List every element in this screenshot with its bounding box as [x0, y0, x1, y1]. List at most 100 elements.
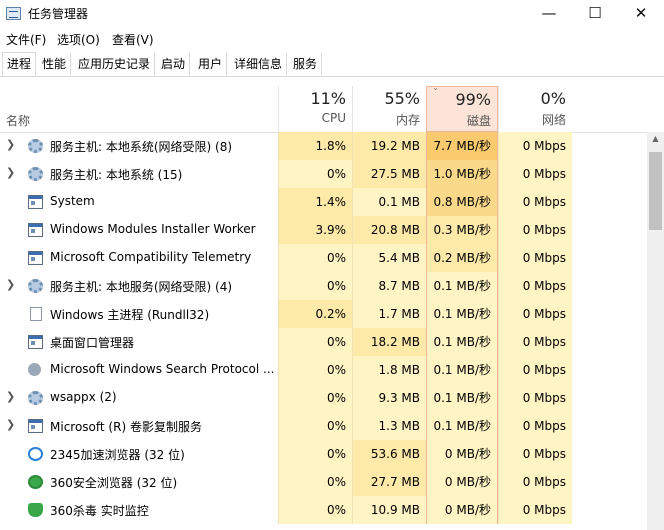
- vertical-scrollbar[interactable]: ▲: [647, 132, 664, 530]
- window-icon: [28, 223, 43, 237]
- process-row[interactable]: Windows Modules Installer Worker 3.9% 20.8…: [0, 216, 647, 244]
- network-cell: 0 Mbps: [498, 328, 572, 356]
- cpu-cell: 0%: [278, 356, 352, 384]
- tab-users[interactable]: 用户: [194, 53, 228, 75]
- menu-file[interactable]: 文件(F): [6, 31, 46, 48]
- process-row[interactable]: System 1.4% 0.1 MB 0.8 MB/秒 0 Mbps: [0, 188, 647, 216]
- cpu-cell: 0%: [278, 328, 352, 356]
- ie-icon: [28, 447, 43, 461]
- process-row[interactable]: Microsoft Compatibility Telemetry 0% 5.4 M…: [0, 244, 647, 272]
- process-row[interactable]: ❯ wsappx (2) 0% 9.3 MB 0.1 MB/秒 0 Mbps: [0, 384, 647, 412]
- memory-cell: 1.8 MB: [352, 356, 426, 384]
- memory-cell: 8.7 MB: [352, 272, 426, 300]
- memory-cell: 10.9 MB: [352, 496, 426, 524]
- network-cell: 0 Mbps: [498, 244, 572, 272]
- process-row[interactable]: ❯ Microsoft (R) 卷影复制服务 0% 1.3 MB 0.1 MB/秒 0 M…: [0, 412, 647, 440]
- memory-cell: 9.3 MB: [352, 384, 426, 412]
- disk-cell: 0.1 MB/秒: [426, 300, 498, 328]
- column-cpu[interactable]: 11% CPU: [278, 86, 352, 132]
- tab-startup[interactable]: 启动: [157, 53, 191, 75]
- network-cell: 0 Mbps: [498, 160, 572, 188]
- process-name: 服务主机: 本地服务(网络受限) (4): [50, 280, 233, 294]
- process-row[interactable]: 桌面窗口管理器 0% 18.2 MB 0.1 MB/秒 0 Mbps: [0, 328, 647, 356]
- process-row[interactable]: ❯ 服务主机: 本地服务(网络受限) (4) 0% 8.7 MB 0.1 MB/秒 0 M…: [0, 272, 647, 300]
- expand-chevron-icon[interactable]: ❯: [6, 166, 15, 179]
- column-memory[interactable]: 55% 内存: [352, 86, 426, 132]
- tab-bar: 进程 性能 应用历史记录 启动 用户 详细信息 服务: [0, 50, 664, 77]
- menu-options[interactable]: 选项(O): [57, 31, 100, 48]
- disk-cell: 0.8 MB/秒: [426, 188, 498, 216]
- window-icon: [28, 251, 43, 265]
- memory-label: 内存: [395, 113, 420, 127]
- cpu-cell: 0%: [278, 496, 352, 524]
- cpu-cell: 1.8%: [278, 132, 352, 160]
- process-name: Microsoft Compatibility Telemetry: [50, 250, 252, 264]
- menu-view[interactable]: 查看(V): [112, 31, 154, 48]
- network-cell: 0 Mbps: [498, 188, 572, 216]
- gear-icon: [28, 391, 43, 405]
- process-name: Windows Modules Installer Worker: [50, 222, 256, 236]
- cpu-cell: 0%: [278, 160, 352, 188]
- memory-cell: 0.1 MB: [352, 188, 426, 216]
- minimize-button[interactable]: —: [526, 0, 572, 28]
- cpu-cell: 1.4%: [278, 188, 352, 216]
- network-label: 网络: [541, 113, 566, 127]
- disk-cell: 0.2 MB/秒: [426, 244, 498, 272]
- process-row[interactable]: ❯ 服务主机: 本地系统(网络受限) (8) 1.8% 19.2 MB 7.7 MB/秒…: [0, 132, 647, 160]
- cpu-cell: 0.2%: [278, 300, 352, 328]
- gear-icon: [28, 139, 43, 153]
- disk-cell: 0.1 MB/秒: [426, 384, 498, 412]
- disk-cell: 0 MB/秒: [426, 468, 498, 496]
- cpu-cell: 0%: [278, 412, 352, 440]
- disk-label: 磁盘: [466, 114, 491, 128]
- memory-cell: 5.4 MB: [352, 244, 426, 272]
- process-name: 服务主机: 本地系统 (15): [50, 168, 183, 182]
- disk-cell: 0.1 MB/秒: [426, 412, 498, 440]
- process-row[interactable]: 360杀毒 实时监控 0% 10.9 MB 0 MB/秒 0 Mbps: [0, 496, 647, 524]
- expand-chevron-icon[interactable]: ❯: [6, 138, 15, 151]
- window-title: 任务管理器: [28, 7, 89, 21]
- memory-cell: 27.7 MB: [352, 468, 426, 496]
- process-name: Microsoft (R) 卷影复制服务: [50, 420, 202, 434]
- process-row[interactable]: 360安全浏览器 (32 位) 0% 27.7 MB 0 MB/秒 0 Mbps: [0, 468, 647, 496]
- tab-performance[interactable]: 性能: [38, 53, 72, 75]
- cpu-cell: 0%: [278, 440, 352, 468]
- column-network[interactable]: 0% 网络: [498, 86, 572, 132]
- process-name: 360安全浏览器 (32 位): [50, 476, 178, 490]
- expand-chevron-icon[interactable]: ❯: [6, 390, 15, 403]
- window-icon: [28, 335, 43, 349]
- column-name[interactable]: 名称: [6, 112, 30, 129]
- sort-descending-icon: ˇ: [433, 88, 438, 99]
- task-manager-icon: [6, 7, 21, 20]
- expand-chevron-icon[interactable]: ❯: [6, 278, 15, 291]
- green-e-icon: [28, 475, 43, 489]
- process-row[interactable]: Microsoft Windows Search Protocol ... 0% 1…: [0, 356, 647, 384]
- close-button[interactable]: ✕: [618, 0, 664, 28]
- tab-services[interactable]: 服务: [289, 53, 323, 75]
- process-name: 桌面窗口管理器: [50, 336, 135, 350]
- process-row[interactable]: ❯ 服务主机: 本地系统 (15) 0% 27.5 MB 1.0 MB/秒 0 Mbps: [0, 160, 647, 188]
- window-icon: [28, 419, 43, 433]
- cpu-cell: 0%: [278, 244, 352, 272]
- tab-processes[interactable]: 进程: [2, 52, 37, 76]
- column-disk[interactable]: ˇ 99% 磁盘: [426, 86, 498, 132]
- tab-details[interactable]: 详细信息: [230, 53, 288, 75]
- process-row[interactable]: Windows 主进程 (Rundll32) 0.2% 1.7 MB 0.1 MB/秒…: [0, 300, 647, 328]
- process-row[interactable]: 2345加速浏览器 (32 位) 0% 53.6 MB 0 MB/秒 0 Mbps: [0, 440, 647, 468]
- memory-total: 55%: [384, 89, 420, 108]
- process-name: Microsoft Windows Search Protocol ...: [50, 362, 275, 376]
- cpu-cell: 0%: [278, 468, 352, 496]
- disk-cell: 0.3 MB/秒: [426, 216, 498, 244]
- document-icon: [30, 307, 42, 321]
- disk-cell: 0 MB/秒: [426, 496, 498, 524]
- process-name: 服务主机: 本地系统(网络受限) (8): [50, 140, 233, 154]
- disk-cell: 7.7 MB/秒: [426, 132, 498, 160]
- scroll-thumb[interactable]: [649, 152, 662, 230]
- maximize-button[interactable]: ☐: [572, 0, 618, 28]
- memory-cell: 1.7 MB: [352, 300, 426, 328]
- tab-app-history[interactable]: 应用历史记录: [74, 53, 156, 75]
- memory-cell: 20.8 MB: [352, 216, 426, 244]
- process-name: 2345加速浏览器 (32 位): [50, 448, 185, 462]
- expand-chevron-icon[interactable]: ❯: [6, 418, 15, 431]
- scroll-up-icon[interactable]: ▲: [647, 134, 664, 148]
